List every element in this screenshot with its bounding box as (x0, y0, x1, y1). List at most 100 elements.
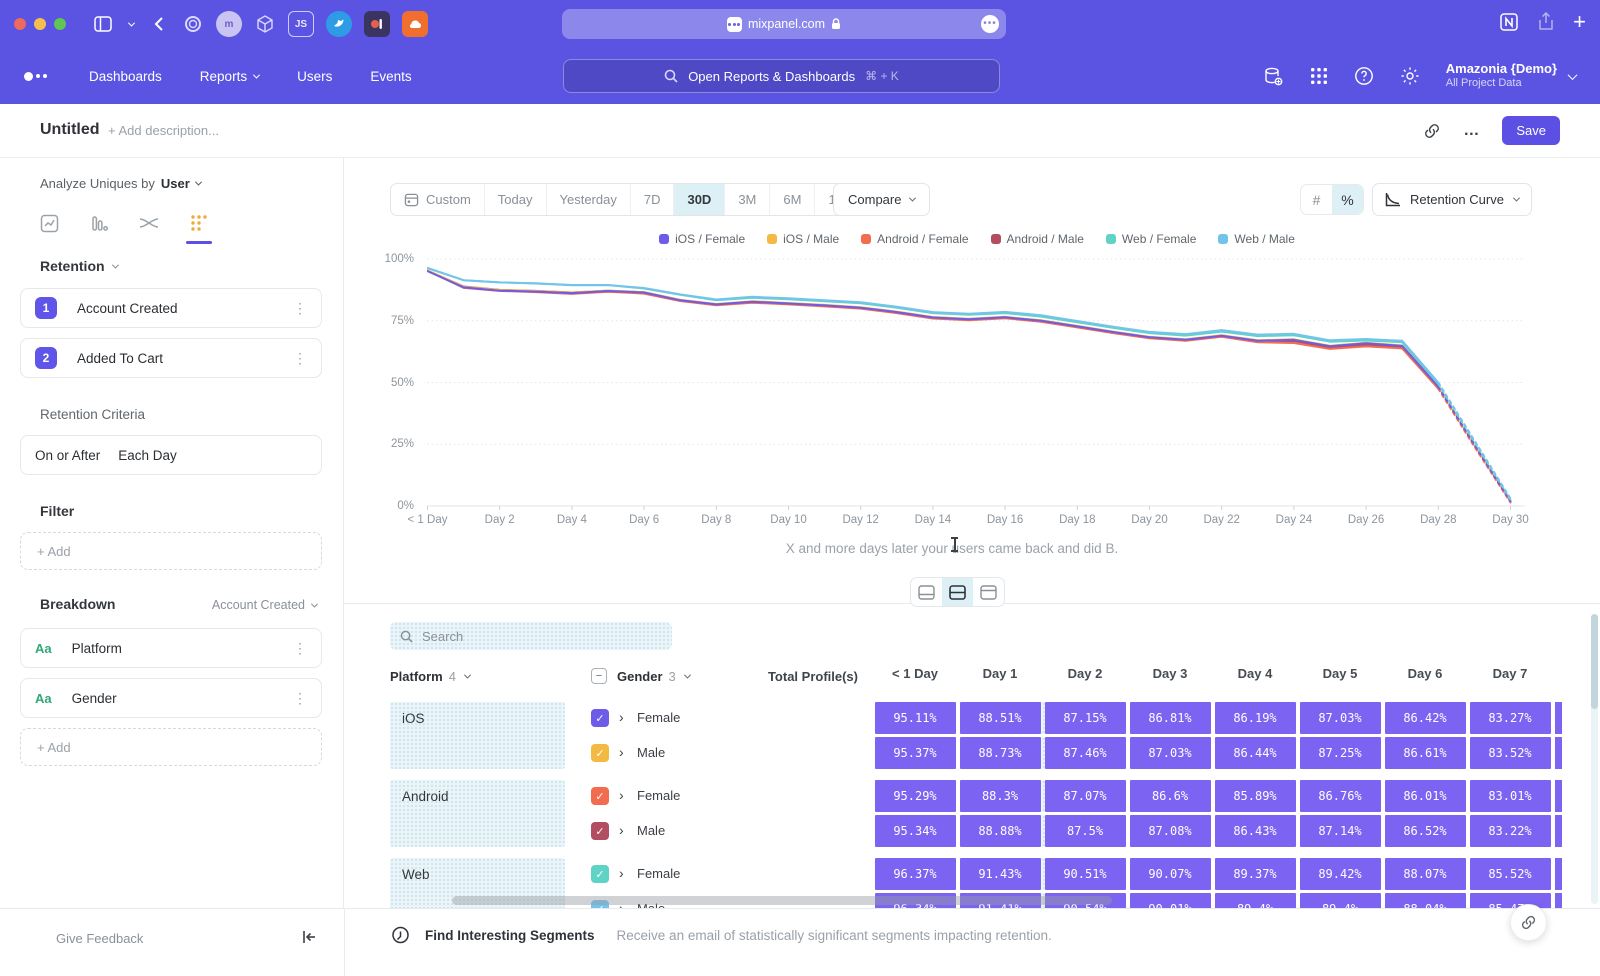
retention-value-cell[interactable]: 86.6% (1130, 780, 1211, 812)
retention-value-cell[interactable]: 87.03% (1130, 737, 1211, 769)
range-button-custom[interactable]: Custom (391, 184, 485, 215)
retention-value-cell[interactable]: 95.11% (875, 702, 956, 734)
cloud-app-icon[interactable] (402, 11, 428, 37)
maximize-window-icon[interactable] (54, 18, 66, 30)
cube-icon[interactable] (254, 13, 276, 35)
criteria-on-or-after[interactable]: On or After (35, 448, 100, 463)
table-horizontal-scrollbar[interactable] (452, 896, 1112, 905)
legend-item[interactable]: iOS / Female (659, 232, 745, 246)
legend-item[interactable]: iOS / Male (767, 232, 839, 246)
retention-icon[interactable] (186, 210, 212, 236)
step-card-account-created[interactable]: 1 Account Created ⋮ (20, 288, 322, 328)
retention-value-cell[interactable]: 86.76% (1300, 780, 1381, 812)
retention-value-cell[interactable]: 88.88% (960, 815, 1041, 847)
bird-icon[interactable] (326, 11, 352, 37)
split-view-icon[interactable] (942, 578, 973, 606)
bar-chart-icon[interactable] (86, 210, 112, 236)
breakdown-card-gender[interactable]: Aa Gender ⋮ (20, 678, 322, 718)
day-column-header[interactable]: Day 1 (983, 666, 1018, 694)
give-feedback-link[interactable]: Give Feedback (56, 931, 143, 946)
retention-value-cell[interactable]: 90.07% (1130, 858, 1211, 890)
retention-value-cell[interactable]: 87.5% (1045, 815, 1126, 847)
retention-value-cell[interactable]: 83.27% (1470, 702, 1551, 734)
js-icon[interactable]: JS (288, 11, 314, 37)
retention-value-cell[interactable]: 95.37% (875, 737, 956, 769)
retention-value-cell[interactable]: 89.4% (1300, 893, 1381, 908)
retention-section-header[interactable]: Retention (40, 258, 118, 274)
percent-toggle-button[interactable]: % (1332, 185, 1363, 214)
gender-column-header[interactable]: − Gender 3 (591, 662, 690, 690)
range-button-7d[interactable]: 7D (631, 184, 675, 215)
kebab-menu-icon[interactable]: ⋮ (293, 690, 307, 707)
expand-row-icon[interactable]: › (619, 822, 624, 838)
expand-row-icon[interactable]: › (619, 744, 624, 760)
range-button-30d[interactable]: 30D (674, 184, 725, 215)
retention-value-cell[interactable]: 86.19% (1215, 702, 1296, 734)
retention-value-cell[interactable]: 87.46% (1045, 737, 1126, 769)
day-column-header[interactable]: Day 2 (1068, 666, 1103, 694)
retention-value-cell[interactable]: 87.08% (1130, 815, 1211, 847)
retention-value-cell[interactable]: 88.3% (960, 780, 1041, 812)
nav-item-events[interactable]: Events (370, 69, 411, 84)
chart-type-dropdown[interactable]: Retention Curve (1372, 183, 1532, 216)
retention-value-cell[interactable]: 85.47% (1470, 893, 1551, 908)
share-icon[interactable] (1537, 12, 1555, 32)
retention-value-cell[interactable]: 86.61% (1385, 737, 1466, 769)
segment-checkbox[interactable]: ✓ (591, 787, 609, 805)
retention-value-cell[interactable]: 85.89% (1215, 780, 1296, 812)
day-column-header[interactable]: Day 5 (1323, 666, 1358, 694)
legend-item[interactable]: Android / Female (861, 232, 968, 246)
retention-value-cell[interactable]: 89.4% (1215, 893, 1296, 908)
expand-row-icon[interactable]: › (619, 787, 624, 803)
table-vertical-scrollbar[interactable] (1591, 614, 1598, 904)
flows-icon[interactable] (136, 210, 162, 236)
global-search[interactable]: Open Reports & Dashboards ⌘ + K (563, 59, 1000, 93)
retention-value-cell[interactable]: 88.51% (960, 702, 1041, 734)
compare-button[interactable]: Compare (833, 183, 930, 216)
more-options-icon[interactable]: … (1463, 122, 1480, 140)
range-button-yesterday[interactable]: Yesterday (547, 184, 631, 215)
retention-value-cell[interactable]: 89.42% (1300, 858, 1381, 890)
retention-value-cell[interactable]: 87.03% (1300, 702, 1381, 734)
segment-checkbox[interactable]: ✓ (591, 744, 609, 762)
retention-value-cell[interactable]: 86.52% (1385, 815, 1466, 847)
extensions-icon[interactable]: ••• (981, 15, 999, 33)
expand-row-icon[interactable]: › (619, 709, 624, 725)
nav-item-users[interactable]: Users (297, 69, 332, 84)
add-breakdown-button[interactable]: + Add (20, 728, 322, 766)
report-description-placeholder[interactable]: + Add description... (108, 123, 219, 138)
retention-value-cell[interactable]: 85.52% (1470, 858, 1551, 890)
settings-gear-icon[interactable] (1400, 66, 1420, 86)
count-toggle-button[interactable]: # (1301, 185, 1332, 214)
data-management-icon[interactable] (1263, 66, 1284, 87)
legend-item[interactable]: Web / Male (1218, 232, 1294, 246)
insights-icon[interactable] (36, 210, 62, 236)
kebab-menu-icon[interactable]: ⋮ (293, 350, 307, 367)
retention-value-cell[interactable]: 89.37% (1215, 858, 1296, 890)
retention-value-cell[interactable]: 83.52% (1470, 737, 1551, 769)
close-window-icon[interactable] (14, 18, 26, 30)
retention-value-cell[interactable]: 90.51% (1045, 858, 1126, 890)
chevron-down-icon[interactable] (126, 13, 136, 35)
day-column-header[interactable]: Day 6 (1408, 666, 1443, 694)
day-column-header[interactable]: Day 7 (1493, 666, 1528, 694)
retention-value-cell[interactable]: 90.01% (1130, 893, 1211, 908)
legend-item[interactable]: Web / Female (1106, 232, 1196, 246)
retention-value-cell[interactable]: 86.43% (1215, 815, 1296, 847)
step-card-added-to-cart[interactable]: 2 Added To Cart ⋮ (20, 338, 322, 378)
collapse-sidebar-icon[interactable] (302, 930, 317, 944)
range-button-6m[interactable]: 6M (770, 184, 815, 215)
m-avatar-icon[interactable]: m (216, 11, 242, 37)
mixpanel-logo-icon[interactable] (24, 72, 47, 81)
range-button-3m[interactable]: 3M (725, 184, 770, 215)
kebab-menu-icon[interactable]: ⋮ (293, 300, 307, 317)
retention-value-cell[interactable]: 95.29% (875, 780, 956, 812)
platform-cell[interactable]: Android (390, 780, 565, 847)
range-button-today[interactable]: Today (485, 184, 547, 215)
segment-checkbox[interactable]: ✓ (591, 822, 609, 840)
platform-cell[interactable]: iOS (390, 702, 565, 769)
retention-value-cell[interactable]: 96.37% (875, 858, 956, 890)
retention-value-cell[interactable]: 91.43% (960, 858, 1041, 890)
ring-icon[interactable] (182, 13, 204, 35)
retention-value-cell[interactable]: 95.34% (875, 815, 956, 847)
